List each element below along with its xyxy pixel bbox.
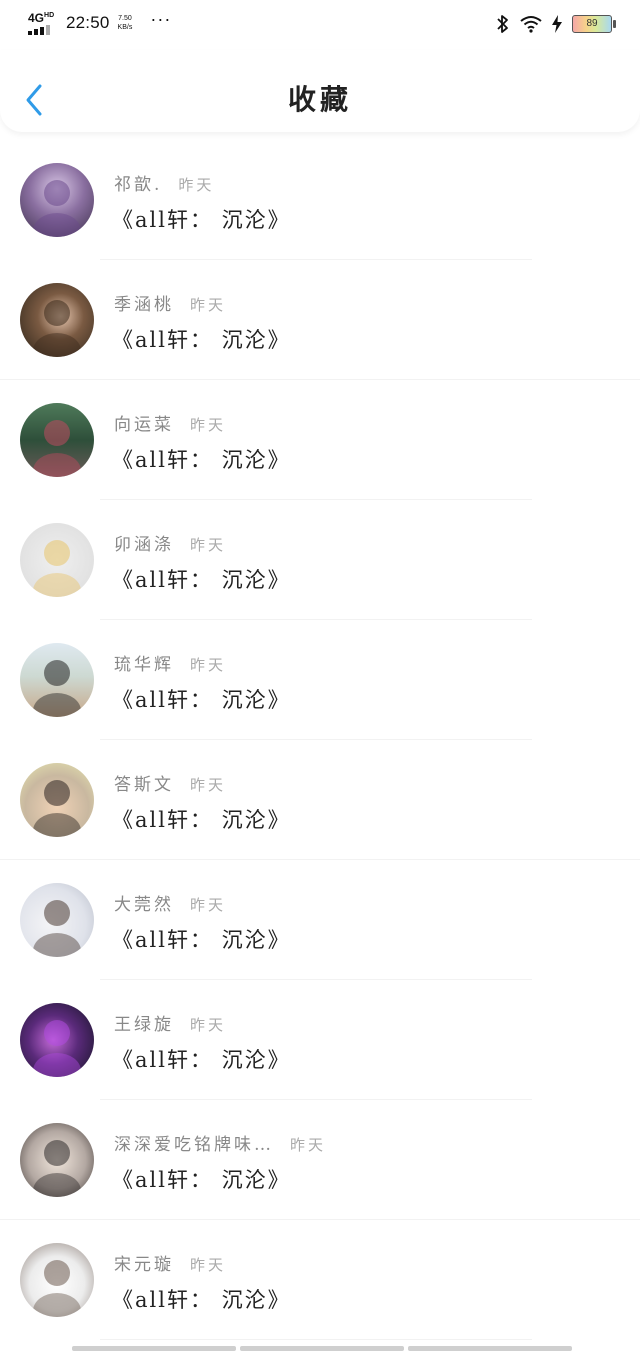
avatar[interactable] bbox=[20, 1243, 94, 1317]
avatar[interactable] bbox=[20, 523, 94, 597]
book-title[interactable]: 《all轩： 沉沦》 bbox=[112, 444, 291, 474]
header: 收藏 bbox=[0, 50, 640, 132]
list-item[interactable]: 祁歆. 昨天《all轩： 沉沦》 bbox=[0, 140, 640, 260]
avatar[interactable] bbox=[20, 883, 94, 957]
timestamp: 昨天 bbox=[290, 1136, 327, 1154]
divider bbox=[100, 1339, 532, 1340]
item-meta: 宋元璇 昨天 bbox=[114, 1250, 226, 1275]
username[interactable]: 季涵桃 bbox=[114, 295, 174, 315]
list-item[interactable]: 大莞然 昨天《all轩： 沉沦》 bbox=[0, 860, 640, 980]
bluetooth-icon bbox=[497, 15, 508, 33]
favorites-list: 祁歆. 昨天 《all轩： 沉沦》 季涵桃 昨天 《all轩： 沉沦》 向运菜 昨天 《all轩… bbox=[0, 140, 640, 1340]
page-title: 收藏 bbox=[287, 83, 352, 116]
book-title[interactable]: 《all轩： 沉沦》 bbox=[112, 924, 291, 954]
item-meta: 祁歆. 昨天 bbox=[114, 170, 214, 195]
avatar[interactable] bbox=[20, 763, 94, 837]
list-item[interactable]: 卯涵涤 昨天《all轩： 沉沦》 bbox=[0, 500, 640, 620]
item-meta: 琉华辉 昨天 bbox=[114, 650, 226, 675]
book-title[interactable]: 《all轩： 沉沦》 bbox=[112, 564, 291, 594]
item-meta: 答斯文 昨天 bbox=[114, 770, 226, 795]
network-type: 4G bbox=[28, 11, 45, 25]
timestamp: 昨天 bbox=[178, 176, 215, 194]
battery-level: 89 bbox=[586, 18, 598, 29]
item-meta: 向运菜 昨天 bbox=[114, 410, 226, 435]
book-title[interactable]: 《all轩： 沉沦》 bbox=[112, 1164, 291, 1194]
bottom-indicator bbox=[72, 1346, 572, 1351]
timestamp: 昨天 bbox=[190, 296, 227, 314]
list-item[interactable]: 深深爱吃铭牌味… 昨天《all轩： 沉沦》 bbox=[0, 1100, 640, 1220]
timestamp: 昨天 bbox=[190, 1016, 227, 1034]
item-meta: 大莞然 昨天 bbox=[114, 890, 226, 915]
list-item[interactable]: 宋元璇 昨天《all轩： 沉沦》 bbox=[0, 1220, 640, 1340]
network-hd-badge: HD bbox=[44, 12, 55, 19]
username[interactable]: 琉华辉 bbox=[114, 655, 174, 675]
avatar[interactable] bbox=[20, 163, 94, 237]
username[interactable]: 祁歆. bbox=[114, 175, 162, 195]
timestamp: 昨天 bbox=[190, 776, 227, 794]
book-title[interactable]: 《all轩： 沉沦》 bbox=[112, 1284, 291, 1314]
item-meta: 深深爱吃铭牌味… 昨天 bbox=[114, 1130, 326, 1155]
username[interactable]: 大莞然 bbox=[114, 895, 174, 915]
username[interactable]: 王绿旋 bbox=[114, 1015, 174, 1035]
item-meta: 卯涵涤 昨天 bbox=[114, 530, 226, 555]
avatar[interactable] bbox=[20, 1123, 94, 1197]
network-speed: 7.50 KB/s bbox=[117, 14, 133, 31]
list-item[interactable]: 向运菜 昨天《all轩： 沉沦》 bbox=[0, 380, 640, 500]
avatar[interactable] bbox=[20, 283, 94, 357]
cellular-signal-icon: 4GHD bbox=[28, 10, 58, 35]
avatar[interactable] bbox=[20, 643, 94, 717]
book-title[interactable]: 《all轩： 沉沦》 bbox=[112, 204, 291, 234]
item-meta: 王绿旋 昨天 bbox=[114, 1010, 226, 1035]
list-item[interactable]: 答斯文 昨天《all轩： 沉沦》 bbox=[0, 740, 640, 860]
book-title[interactable]: 《all轩： 沉沦》 bbox=[112, 804, 291, 834]
timestamp: 昨天 bbox=[190, 896, 227, 914]
status-bar: 4GHD 22:50 7.50 KB/s ··· 89 bbox=[0, 0, 640, 50]
username[interactable]: 深深爱吃铭牌味… bbox=[114, 1135, 274, 1155]
avatar[interactable] bbox=[20, 403, 94, 477]
clock: 22:50 bbox=[66, 12, 110, 32]
timestamp: 昨天 bbox=[190, 1256, 227, 1274]
list-item[interactable]: 琉华辉 昨天《all轩： 沉沦》 bbox=[0, 620, 640, 740]
timestamp: 昨天 bbox=[190, 656, 227, 674]
username[interactable]: 向运菜 bbox=[114, 415, 174, 435]
username[interactable]: 宋元璇 bbox=[114, 1255, 174, 1275]
list-item[interactable]: 王绿旋 昨天《all轩： 沉沦》 bbox=[0, 980, 640, 1100]
username[interactable]: 卯涵涤 bbox=[114, 535, 174, 555]
battery-icon: 89 bbox=[572, 15, 616, 33]
book-title[interactable]: 《all轩： 沉沦》 bbox=[112, 1044, 291, 1074]
list-item[interactable]: 季涵桃 昨天《all轩： 沉沦》 bbox=[0, 260, 640, 380]
timestamp: 昨天 bbox=[190, 416, 227, 434]
charging-icon bbox=[552, 15, 562, 33]
book-title[interactable]: 《all轩： 沉沦》 bbox=[112, 324, 291, 354]
more-status-icon: ··· bbox=[150, 9, 172, 29]
item-meta: 季涵桃 昨天 bbox=[114, 290, 226, 315]
timestamp: 昨天 bbox=[190, 536, 227, 554]
book-title[interactable]: 《all轩： 沉沦》 bbox=[112, 684, 291, 714]
username[interactable]: 答斯文 bbox=[114, 775, 174, 795]
wifi-icon bbox=[520, 16, 542, 33]
avatar[interactable] bbox=[20, 1003, 94, 1077]
